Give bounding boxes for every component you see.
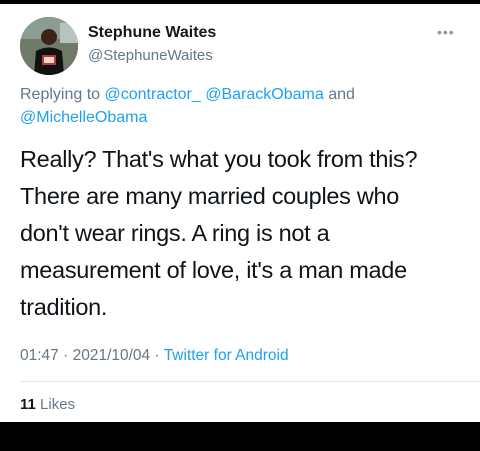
tweet-meta: 01:47 · 2021/10/04 · Twitter for Android [20,347,289,365]
top-bar [0,0,480,4]
replying-to-label: Replying to [20,86,101,103]
more-dots-icon[interactable]: ••• [437,24,455,40]
avatar[interactable] [20,17,78,75]
mention-contractor[interactable]: @contractor_ [105,86,201,103]
mention-michelleobama[interactable]: @MichelleObama [20,109,147,126]
meta-separator: · [154,347,160,364]
author-name[interactable]: Stephune Waites [88,24,216,42]
mention-barackobama[interactable]: @BarackObama [205,86,324,103]
avatar-image [20,17,78,75]
tweet-source[interactable]: Twitter for Android [164,347,289,364]
meta-separator: · [63,347,69,364]
tweet-text: Really? That's what you took from this? … [20,146,418,320]
likes-number: 11 [20,396,36,413]
replying-to: Replying to @contractor_ @BarackObama an… [20,83,460,129]
replying-to-joiner: and [328,86,355,103]
divider [20,381,480,382]
likes-label: Likes [40,396,76,413]
tweet-date[interactable]: 2021/10/04 [73,347,151,364]
author-handle[interactable]: @StephuneWaites [88,47,213,64]
likes-count[interactable]: 11 Likes [20,396,75,413]
bottom-bar [0,422,480,451]
tweet-time: 01:47 [20,347,59,364]
